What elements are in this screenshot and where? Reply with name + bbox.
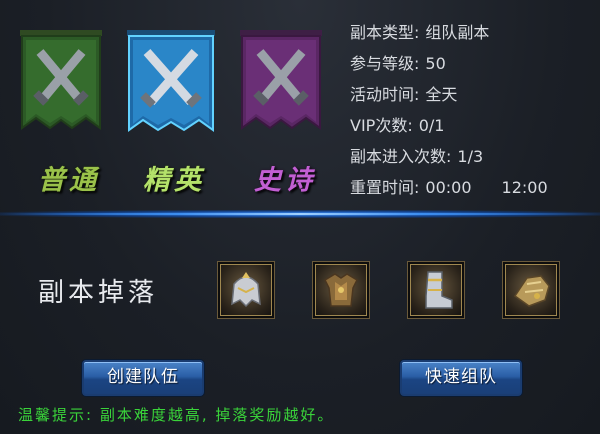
dungeon-info: 副本类型: 组队副本 参与等级: 50 活动时间: 全天 VIP次数: 0/1 副本进入… <box>350 22 548 208</box>
vip-value: 0/1 <box>418 116 445 135</box>
boots-icon <box>425 271 453 309</box>
tip-text: 温馨提示: 副本难度越高, 掉落奖励越好。 <box>18 406 335 424</box>
drop-slot-3[interactable] <box>407 261 465 319</box>
gauntlet-icon <box>513 275 550 307</box>
divider-line <box>0 213 600 215</box>
create-team-button[interactable]: 创建队伍 <box>82 360 204 396</box>
entry-value: 1/3 <box>457 147 484 166</box>
reset-value-2: 12:00 <box>501 178 548 197</box>
helmet-icon <box>231 272 261 308</box>
armor-icon <box>324 273 358 307</box>
banner-elite-icon <box>127 30 215 132</box>
info-row-time: 活动时间: 全天 <box>350 84 548 115</box>
entry-key: 副本进入次数: <box>350 147 452 166</box>
time-value: 全天 <box>425 85 458 104</box>
info-row-level: 参与等级: 50 <box>350 53 548 84</box>
info-row-reset: 重置时间: 00:00 12:00 <box>350 177 548 208</box>
banner-elite[interactable] <box>127 30 215 135</box>
banner-epic[interactable] <box>240 30 322 135</box>
info-row-vip: VIP次数: 0/1 <box>350 115 548 146</box>
mode-label-normal[interactable]: 普通 <box>14 158 124 197</box>
drop-title: 副本掉落 <box>38 278 159 308</box>
drop-slot-4[interactable] <box>502 261 560 319</box>
time-key: 活动时间: <box>350 85 420 104</box>
dungeon-panel: 普通 精英 史诗 副本类型: 组队副本 参与等级: 50 活动时间: 全天 VIP次数… <box>0 0 600 434</box>
level-key: 参与等级: <box>350 54 420 73</box>
level-value: 50 <box>425 54 446 73</box>
info-row-entry: 副本进入次数: 1/3 <box>350 146 548 177</box>
banner-epic-icon <box>240 30 322 130</box>
info-row-type: 副本类型: 组队副本 <box>350 22 548 53</box>
type-key: 副本类型: <box>350 23 420 42</box>
quick-team-button[interactable]: 快速组队 <box>400 360 522 396</box>
mode-label-elite[interactable]: 精英 <box>119 158 229 197</box>
banner-normal[interactable] <box>20 30 102 135</box>
vip-key: VIP次数: <box>350 116 413 135</box>
drop-slot-2[interactable] <box>312 261 370 319</box>
reset-value-1: 00:00 <box>425 178 472 197</box>
type-value: 组队副本 <box>425 23 490 42</box>
banner-normal-icon <box>20 30 102 130</box>
reset-key: 重置时间: <box>350 178 420 197</box>
mode-label-epic[interactable]: 史诗 <box>230 158 340 197</box>
drop-slot-1[interactable] <box>217 261 275 319</box>
